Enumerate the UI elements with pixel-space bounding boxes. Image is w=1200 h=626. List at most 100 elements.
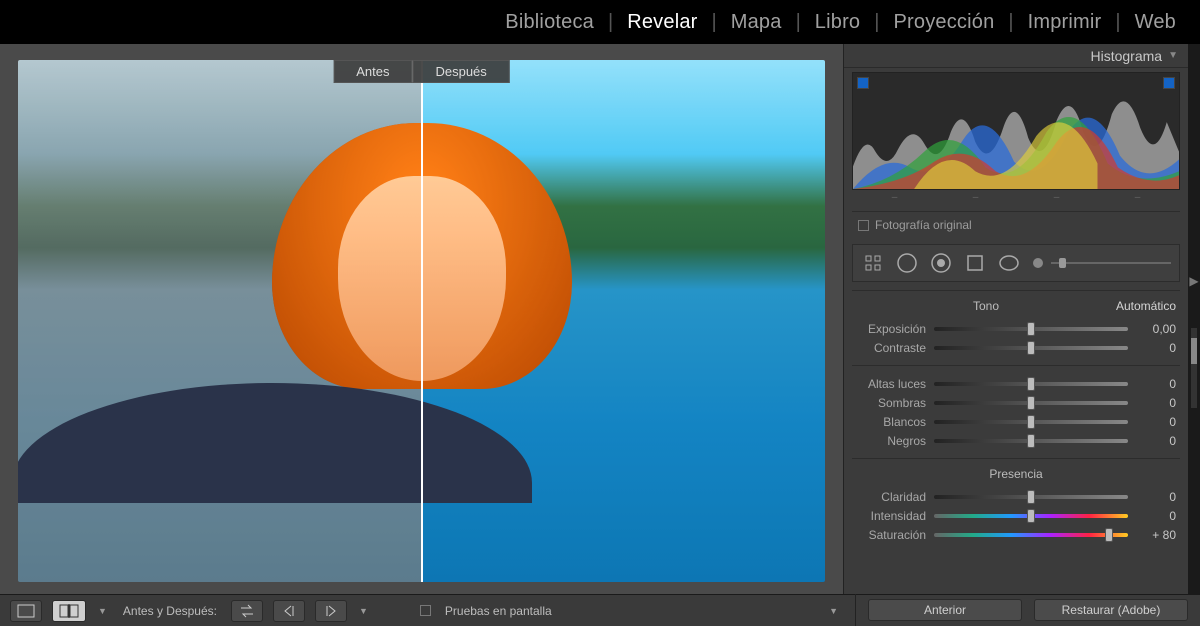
presence-group-label: Presencia: [856, 467, 1176, 481]
copy-left-button[interactable]: [273, 600, 305, 622]
slider-label: Blancos: [856, 415, 934, 429]
tone2-slider-negros: Negros 0: [852, 431, 1180, 450]
tone2-slider-altas-luces: Altas luces 0: [852, 374, 1180, 393]
spot-tool-icon[interactable]: [895, 251, 919, 275]
bottom-right-buttons: Anterior Restaurar (Adobe): [855, 594, 1188, 626]
original-photo-row[interactable]: Fotografía original: [852, 211, 1180, 238]
slider-track[interactable]: [934, 533, 1128, 537]
nav-libro[interactable]: Libro: [809, 11, 866, 34]
checkbox-icon[interactable]: [858, 220, 869, 231]
loupe-view-button[interactable]: [10, 600, 42, 622]
slider-thumb[interactable]: [1027, 377, 1035, 391]
toolbar-caret-icon[interactable]: ▼: [827, 606, 840, 616]
tone2-slider-sombras: Sombras 0: [852, 393, 1180, 412]
tone2-slider-blancos: Blancos 0: [852, 412, 1180, 431]
nav-imprimir[interactable]: Imprimir: [1022, 11, 1108, 34]
compare-mode-label: Antes y Después:: [119, 604, 221, 618]
center-pane: Antes Después: [0, 44, 843, 594]
crop-tool-icon[interactable]: [861, 251, 885, 275]
slider-value[interactable]: 0: [1128, 396, 1176, 410]
compare-divider[interactable]: [421, 60, 423, 582]
slider-thumb[interactable]: [1027, 415, 1035, 429]
slider-thumb[interactable]: [1105, 528, 1113, 542]
tone-slider-exposición: Exposición 0,00: [852, 319, 1180, 338]
slider-value[interactable]: 0: [1128, 377, 1176, 391]
gradient-tool-icon[interactable]: [963, 251, 987, 275]
module-nav: Biblioteca|Revelar|Mapa|Libro|Proyección…: [0, 0, 1200, 44]
collapse-icon: ▼: [1168, 50, 1178, 61]
presence-slider-intensidad: Intensidad 0: [852, 506, 1180, 525]
nav-revelar[interactable]: Revelar: [621, 11, 703, 34]
slider-track[interactable]: [934, 439, 1128, 443]
previous-button[interactable]: Anterior: [868, 599, 1022, 621]
toolbar: ▼ Antes y Después: ▼ Pruebas en pantalla…: [0, 594, 1200, 626]
shadow-clip-icon[interactable]: [857, 77, 869, 89]
presence-section: Presencia Claridad 0 Intensidad 0 Saturación…: [852, 458, 1180, 544]
before-tag: Antes: [333, 60, 412, 83]
soft-proof-label: Pruebas en pantalla: [441, 604, 556, 618]
photo-after: [422, 60, 826, 582]
swap-button[interactable]: [231, 600, 263, 622]
histogram-ticks: ––––: [844, 190, 1188, 205]
redeye-tool-icon[interactable]: [929, 251, 953, 275]
copy-right-button[interactable]: [315, 600, 347, 622]
histogram-header[interactable]: Histograma ▼: [844, 44, 1188, 68]
nav-web[interactable]: Web: [1129, 11, 1182, 34]
slider-track[interactable]: [934, 327, 1128, 331]
slider-thumb[interactable]: [1027, 434, 1035, 448]
slider-label: Sombras: [856, 396, 934, 410]
slider-track[interactable]: [934, 382, 1128, 386]
slider-thumb[interactable]: [1027, 509, 1035, 523]
slider-thumb[interactable]: [1027, 341, 1035, 355]
view-mode-caret-icon[interactable]: ▼: [96, 606, 109, 616]
slider-track[interactable]: [934, 401, 1128, 405]
slider-value[interactable]: 0: [1128, 509, 1176, 523]
after-tag: Después: [412, 60, 509, 83]
main-area: Antes Después Histograma ▼ –––– Fotograf…: [0, 44, 1200, 594]
slider-label: Exposición: [856, 322, 934, 336]
nav-biblioteca[interactable]: Biblioteca: [499, 11, 600, 34]
slider-thumb[interactable]: [1027, 490, 1035, 504]
slider-value[interactable]: 0: [1128, 415, 1176, 429]
slider-label: Claridad: [856, 490, 934, 504]
slider-label: Contraste: [856, 341, 934, 355]
panel-scrollbar[interactable]: ▶: [1188, 44, 1200, 594]
image-preview-area: Antes Después: [0, 44, 843, 594]
before-after-labels: Antes Después: [333, 60, 510, 83]
nav-mapa[interactable]: Mapa: [725, 11, 788, 34]
tone2-section: Altas luces 0 Sombras 0 Blancos 0 Negros 0: [852, 365, 1180, 450]
slider-label: Altas luces: [856, 377, 934, 391]
slider-value[interactable]: 0: [1128, 434, 1176, 448]
presence-slider-saturación: Saturación+ 80: [852, 525, 1180, 544]
original-photo-label: Fotografía original: [875, 218, 972, 232]
slider-track[interactable]: [934, 495, 1128, 499]
compare-view-button[interactable]: [52, 600, 86, 622]
develop-panel: Histograma ▼ –––– Fotografía original: [843, 44, 1188, 594]
brush-size-slider[interactable]: [1031, 256, 1171, 270]
tone-slider-contraste: Contraste 0: [852, 338, 1180, 357]
reset-button[interactable]: Restaurar (Adobe): [1034, 599, 1188, 621]
panel-expand-icon[interactable]: ▶: [1189, 274, 1198, 288]
compare-ops-caret-icon[interactable]: ▼: [357, 606, 370, 616]
slider-thumb[interactable]: [1027, 396, 1035, 410]
slider-value[interactable]: + 80: [1128, 528, 1176, 542]
radial-tool-icon[interactable]: [997, 251, 1021, 275]
histogram[interactable]: [852, 72, 1180, 190]
slider-track[interactable]: [934, 514, 1128, 518]
nav-proyección[interactable]: Proyección: [887, 11, 1000, 34]
slider-value[interactable]: 0: [1128, 341, 1176, 355]
slider-label: Intensidad: [856, 509, 934, 523]
photo-before: [18, 60, 422, 582]
slider-track[interactable]: [934, 346, 1128, 350]
tool-strip: [852, 244, 1180, 282]
slider-thumb[interactable]: [1027, 322, 1035, 336]
highlight-clip-icon[interactable]: [1163, 77, 1175, 89]
slider-value[interactable]: 0: [1128, 490, 1176, 504]
slider-value[interactable]: 0,00: [1128, 322, 1176, 336]
histogram-title: Histograma: [1091, 48, 1163, 64]
presence-slider-claridad: Claridad 0: [852, 487, 1180, 506]
auto-tone-button[interactable]: Automático: [1116, 299, 1176, 313]
slider-track[interactable]: [934, 420, 1128, 424]
slider-label: Negros: [856, 434, 934, 448]
soft-proof-checkbox[interactable]: [420, 605, 431, 616]
